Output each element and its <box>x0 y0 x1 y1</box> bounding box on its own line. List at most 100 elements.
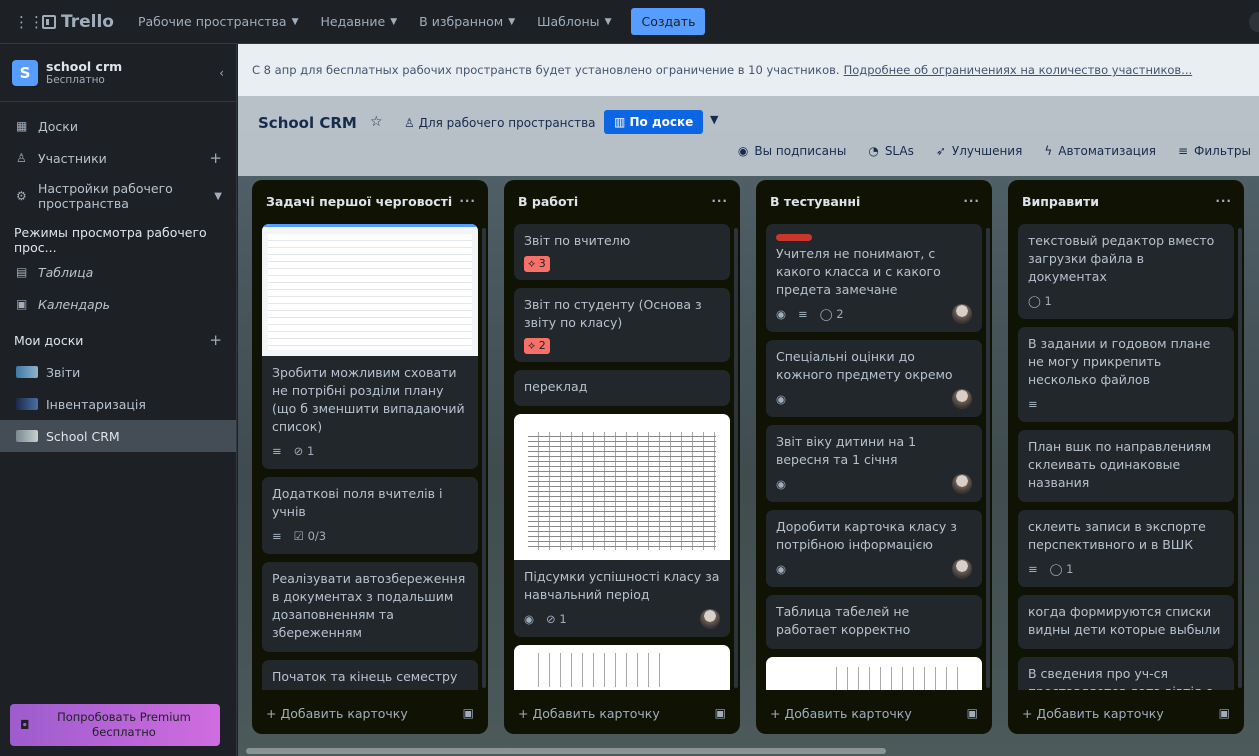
board-thumbnail <box>16 366 38 378</box>
member-avatar[interactable] <box>952 389 972 409</box>
template-icon[interactable]: ▣ <box>715 706 726 720</box>
filter-button[interactable]: ≡ Фильтры <box>1178 144 1251 158</box>
card[interactable]: Учителя не понимают, с какого класса и с… <box>766 224 982 332</box>
create-button[interactable]: Создать <box>631 8 706 35</box>
template-icon[interactable]: ▣ <box>967 706 978 720</box>
more-icon[interactable]: ··· <box>711 194 728 208</box>
list-header[interactable]: Виправити ··· <box>1008 180 1244 222</box>
premium-icon: ◘ <box>20 718 30 732</box>
watching-button[interactable]: ◉ Вы подписаны <box>738 144 846 158</box>
add-card-button[interactable]: + Добавить карточку ▣ <box>1008 692 1244 734</box>
member-avatar[interactable] <box>952 304 972 324</box>
menu-workspaces[interactable]: Рабочие пространства ▼ <box>130 8 307 35</box>
card[interactable]: склеить записи в экспорте перспективного… <box>1018 510 1234 587</box>
comment-icon: ◯ 1 <box>1028 294 1052 308</box>
app-switcher-icon[interactable]: ⋮⋮ <box>14 13 44 31</box>
card[interactable]: Зробити можливим сховати не потрібні роз… <box>262 224 478 469</box>
card[interactable]: текстовый редактор вместо загрузки файла… <box>1018 224 1234 319</box>
member-avatar[interactable] <box>952 559 972 579</box>
menu-templates[interactable]: Шаблоны ▼ <box>529 8 619 35</box>
list-scrollbar[interactable] <box>482 228 486 688</box>
card[interactable]: Підсумки успішності класу за навчальний … <box>514 414 730 637</box>
limit-banner-link[interactable]: Подробнее об ограничениях на количество … <box>844 63 1193 77</box>
card[interactable]: Додаткові поля вчителів і учнів ≡ ☑ 0/3 <box>262 477 478 554</box>
profile-avatar[interactable] <box>1249 12 1259 32</box>
sidebar: S school crm Бесплатно ‹ ▦ Доски ♙ Участни… <box>0 44 237 756</box>
label-badge: ⟡ 3 <box>524 256 550 272</box>
add-card-button[interactable]: + Добавить карточку ▣ <box>756 692 992 734</box>
card[interactable]: В сведения про уч-ся проставляется дата … <box>1018 657 1234 690</box>
template-icon[interactable]: ▣ <box>463 706 474 720</box>
workspace-header: S school crm Бесплатно ‹ <box>0 44 236 102</box>
list-header[interactable]: В работі ··· <box>504 180 740 222</box>
comment-icon: ◯ 1 <box>1049 562 1074 576</box>
star-icon[interactable]: ☆ <box>370 114 383 130</box>
add-card-button[interactable]: + Добавить карточку ▣ <box>252 692 488 734</box>
more-icon[interactable]: ··· <box>459 194 476 208</box>
list-cards: Звіт по вчителю ⟡ 3 Звіт по студенту (Ос… <box>514 224 730 690</box>
card[interactable]: В задании и годовом плане не могу прикре… <box>1018 327 1234 422</box>
board-thumbnail <box>16 430 38 442</box>
trello-logo[interactable]: Trello <box>42 12 114 32</box>
workspace-avatar[interactable]: S <box>12 59 38 86</box>
card[interactable]: Реалізувати автозбереження в документах … <box>262 562 478 652</box>
card[interactable]: Таблица табелей не работает корректно <box>766 595 982 649</box>
add-card-button[interactable]: + Добавить карточку ▣ <box>504 692 740 734</box>
sidebar-item-calendar[interactable]: ▣ Календарь <box>0 288 236 320</box>
menu-starred[interactable]: В избранном ▼ <box>411 8 523 35</box>
card[interactable]: Спеціальні оцінки до кожного предмету ок… <box>766 340 982 417</box>
card[interactable]: Доробити карточка класу з потрібною інфо… <box>766 510 982 587</box>
card[interactable]: переклад <box>514 370 730 406</box>
sidebar-item-table[interactable]: ▤ Таблица <box>0 256 236 288</box>
list-scrollbar[interactable] <box>734 228 738 688</box>
eye-icon: ◉ <box>776 562 787 576</box>
attachment-icon: ⊘ 1 <box>293 444 315 458</box>
slas-button[interactable]: ◔ SLAs <box>868 144 914 158</box>
sidebar-item-members[interactable]: ♙ Участники + <box>0 142 236 174</box>
more-icon[interactable]: ··· <box>963 194 980 208</box>
sidebar-board-zvity[interactable]: Звіти <box>0 356 236 388</box>
card[interactable]: Звіт віку дитини на 1 вересня та 1 січня… <box>766 425 982 502</box>
sidebar-item-settings[interactable]: ⚙ Настройки рабочего пространства ▼ <box>0 174 236 218</box>
more-icon[interactable]: ··· <box>1215 194 1232 208</box>
gear-icon: ⚙ <box>16 188 27 203</box>
card[interactable]: План вшк по направлениям склеивать одина… <box>1018 430 1234 502</box>
list-scrollbar[interactable] <box>986 228 990 688</box>
list-header[interactable]: Задачі першої черговості ··· <box>252 180 488 222</box>
collapse-sidebar-icon[interactable]: ‹ <box>219 66 224 80</box>
card[interactable]: Початок та кінець семестру в налаштуванн… <box>262 660 478 690</box>
visibility-button[interactable]: ♙ Для рабочего пространства <box>404 116 596 130</box>
add-member-icon[interactable]: + <box>209 149 222 167</box>
menu-recent[interactable]: Недавние ▼ <box>313 8 406 35</box>
add-board-icon[interactable]: + <box>209 331 222 349</box>
card[interactable]: когда формируются списки видны дети кото… <box>1018 595 1234 649</box>
list-header[interactable]: В тестуванні ··· <box>756 180 992 222</box>
card[interactable]: Звіт по вчителю ⟡ 3 <box>514 224 730 280</box>
chevron-down-icon: ▼ <box>508 16 516 27</box>
list-cards: Зробити можливим сховати не потрібні роз… <box>262 224 478 690</box>
chevron-down-icon: ▼ <box>291 16 299 27</box>
member-avatar[interactable] <box>952 474 972 494</box>
board-horizontal-scrollbar[interactable] <box>246 748 886 754</box>
board-header: School CRM ☆ ♙ Для рабочего пространства… <box>238 96 1259 176</box>
board-title[interactable]: School CRM <box>258 114 357 132</box>
list-scrollbar[interactable] <box>1238 228 1242 688</box>
template-icon[interactable]: ▣ <box>1219 706 1230 720</box>
sidebar-board-inventory[interactable]: Інвентаризація <box>0 388 236 420</box>
automation-button[interactable]: ϟ Автоматизация <box>1044 144 1156 158</box>
try-premium-button[interactable]: ◘ Попробовать Premium бесплатно <box>10 704 220 746</box>
sidebar-board-school-crm[interactable]: School CRM <box>0 420 236 452</box>
sidebar-item-boards[interactable]: ▦ Доски <box>0 110 236 142</box>
card[interactable] <box>514 645 730 690</box>
description-icon: ≡ <box>1028 397 1038 411</box>
description-icon: ≡ <box>798 307 808 321</box>
eye-icon: ◉ <box>524 612 535 626</box>
card[interactable] <box>766 657 982 690</box>
board-icon: ▦ <box>16 119 28 133</box>
member-avatar[interactable] <box>700 609 720 629</box>
chevron-down-icon[interactable]: ▼ <box>710 113 718 126</box>
card[interactable]: Звіт по студенту (Основа з звіту по клас… <box>514 288 730 362</box>
card-cover-image <box>514 645 730 690</box>
board-view-button[interactable]: ▥ По доске <box>604 110 704 134</box>
powerups-button[interactable]: ➶ Улучшения <box>936 144 1022 158</box>
